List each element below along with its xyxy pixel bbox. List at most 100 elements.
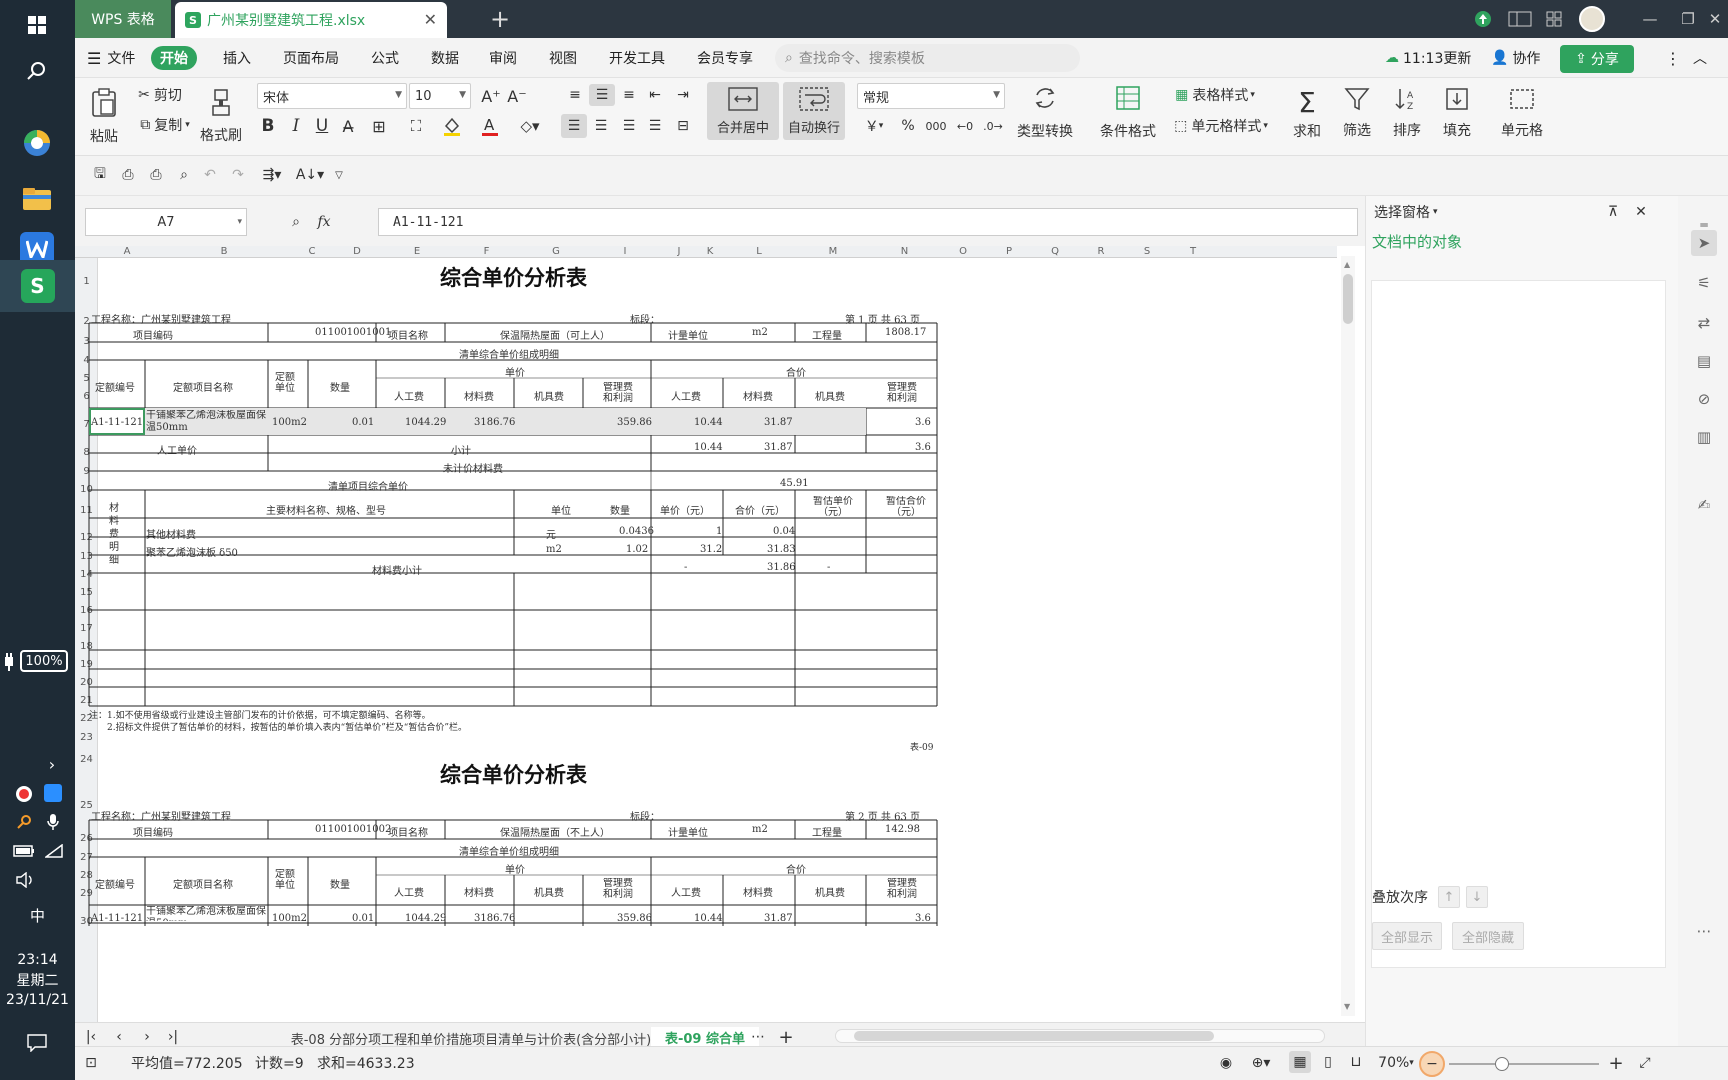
table-style-button[interactable]: ▦ 表格样式 ▾	[1169, 84, 1261, 106]
tab-review[interactable]: 审阅	[489, 46, 517, 70]
battery-icon[interactable]	[12, 842, 36, 860]
increase-indent-icon[interactable]: ⇥	[671, 84, 695, 106]
merge-center-button[interactable]: 合并居中	[707, 82, 779, 140]
document-tab[interactable]: S 广州某别墅建筑工程.xlsx ✕	[175, 2, 447, 38]
zoom-slider-thumb[interactable]	[1495, 1057, 1509, 1071]
more-options-icon[interactable]: ⋮	[1665, 46, 1681, 70]
zoom-level[interactable]: 70% ▾	[1375, 1053, 1417, 1073]
horizontal-scrollbar[interactable]	[835, 1029, 1325, 1043]
number-format-select[interactable]: 常规 ▼	[857, 83, 1005, 109]
cloud-sync-status[interactable]: ☁ 11:13更新	[1385, 46, 1471, 70]
tab-developer[interactable]: 开发工具	[609, 46, 665, 70]
wifi-icon[interactable]	[44, 842, 64, 860]
notification-icon[interactable]	[24, 1032, 50, 1054]
fullscreen-icon[interactable]: ⤢	[1633, 1051, 1657, 1075]
tab-view[interactable]: 视图	[549, 46, 577, 70]
zoom-out-button[interactable]: −	[1419, 1051, 1445, 1077]
avatar[interactable]	[1575, 0, 1609, 38]
conditional-format-button[interactable]: 条件格式	[1095, 82, 1161, 144]
volume-icon[interactable]	[14, 870, 36, 890]
pin-icon[interactable]: ⊼	[1602, 202, 1624, 222]
sum-button[interactable]: Σ 求和	[1285, 82, 1329, 144]
cell-style-button[interactable]: ⬚ 单元格样式 ▾	[1169, 114, 1273, 138]
restore-icon[interactable]: ❐	[1673, 0, 1703, 38]
worksheet[interactable]: A B C D E F G I J K L M N O P Q R S T 12…	[75, 246, 1337, 1022]
page-break-view-icon[interactable]: ⊔	[1345, 1051, 1367, 1073]
eye-protection-icon[interactable]: ◉	[1215, 1053, 1237, 1073]
fill-button[interactable]: 填充	[1435, 82, 1479, 144]
thousands-separator-icon[interactable]: 000	[923, 114, 949, 138]
more-sheets-icon[interactable]: ⋯	[747, 1026, 769, 1048]
name-box[interactable]: A7 ▾	[85, 208, 247, 236]
export-pdf-icon[interactable]: ⎙	[117, 164, 139, 186]
sort-button[interactable]: AZ 排序	[1385, 82, 1429, 144]
insert-function-icon[interactable]: fx	[313, 210, 335, 234]
file-menu[interactable]: ☰ 文件	[87, 46, 135, 70]
type-convert-button[interactable]: 类型转换	[1011, 82, 1079, 144]
tab-member[interactable]: 会员专享	[697, 46, 753, 70]
crosshair-icon[interactable]: ⊕▾	[1245, 1053, 1277, 1073]
font-name-select[interactable]: 宋体 ▼	[257, 83, 407, 109]
align-right-icon[interactable]: ☰	[617, 114, 641, 138]
increase-decimal-icon[interactable]: ←0	[951, 114, 979, 138]
share-button[interactable]: ⇪ 分享	[1560, 45, 1634, 73]
file-explorer-icon[interactable]	[14, 176, 60, 222]
italic-icon[interactable]: I	[285, 114, 307, 138]
add-sheet-button[interactable]: +	[775, 1026, 797, 1048]
macro-record-icon[interactable]: ⊡	[81, 1053, 101, 1073]
underline-icon[interactable]: U	[311, 114, 333, 138]
move-up-icon[interactable]: ↑	[1438, 886, 1460, 908]
browser-icon[interactable]	[14, 120, 60, 166]
font-color-icon[interactable]: A	[475, 114, 505, 138]
align-top-icon[interactable]: ≡	[563, 84, 587, 106]
close-pane-icon[interactable]: ✕	[1630, 202, 1652, 222]
border-icon[interactable]: ⊞	[365, 114, 393, 138]
customize-toolbar-icon[interactable]: ▽	[329, 164, 349, 186]
tab-page-layout[interactable]: 页面布局	[283, 46, 339, 70]
paste-button[interactable]: 粘贴	[81, 82, 127, 152]
zoom-slider[interactable]	[1449, 1057, 1599, 1071]
collapse-ribbon-icon[interactable]: ︿	[1693, 46, 1707, 70]
transform-icon[interactable]: ⇄	[1691, 310, 1717, 336]
strikethrough-icon[interactable]: A̶	[337, 114, 359, 138]
increase-font-icon[interactable]: A⁺	[479, 84, 503, 108]
format-icon[interactable]: ⊘	[1691, 386, 1717, 412]
microphone-icon[interactable]	[44, 812, 62, 832]
command-search[interactable]: ⌕ 查找命令、搜索模板	[775, 44, 1080, 72]
tab-insert[interactable]: 插入	[223, 46, 251, 70]
close-tab-icon[interactable]: ✕	[424, 10, 437, 29]
tab-data[interactable]: 数据	[431, 46, 459, 70]
save-icon[interactable]: 🖫	[89, 164, 111, 186]
ime-indicator[interactable]: 中	[0, 904, 75, 926]
align-bottom-icon[interactable]: ≡	[617, 84, 641, 106]
format-convert-icon[interactable]: ⇶▾	[255, 164, 289, 186]
horizontal-scroll-thumb[interactable]	[854, 1031, 1214, 1041]
tab-home[interactable]: 开始	[151, 46, 197, 70]
decrease-font-icon[interactable]: A⁻	[505, 84, 529, 108]
copy-button[interactable]: ⧉ 复制 ▾	[130, 114, 200, 136]
collab-button[interactable]: 👤 协作	[1491, 46, 1540, 70]
print-preview-icon[interactable]: ⌕	[173, 164, 195, 186]
currency-button[interactable]: ￥ ▾	[859, 114, 889, 138]
distribute-icon[interactable]: ⊟	[671, 114, 695, 138]
new-tab-button[interactable]: +	[485, 4, 515, 34]
chevron-right-icon[interactable]: ›	[42, 754, 62, 774]
show-all-button[interactable]: 全部显示	[1372, 922, 1442, 950]
align-left-icon[interactable]: ☰	[561, 114, 587, 138]
wps-spreadsheet-taskbar-item[interactable]: S	[0, 260, 75, 312]
vertical-scrollbar[interactable]: ▲ ▼	[1341, 256, 1355, 1016]
chart-icon[interactable]: ▤	[1691, 348, 1717, 374]
windows-start-icon[interactable]	[14, 2, 60, 48]
fill-style-icon[interactable]: ⛶	[401, 114, 431, 138]
zoom-formula-icon[interactable]: ⌕	[285, 210, 307, 234]
book-icon[interactable]: ▥	[1691, 424, 1717, 450]
align-middle-icon[interactable]: ☰	[589, 84, 615, 106]
key-icon[interactable]	[14, 812, 34, 832]
undo-icon[interactable]: ↶	[199, 164, 221, 186]
grid-apps-icon[interactable]	[1539, 0, 1569, 38]
wps-home-tab[interactable]: WPS 表格	[75, 0, 171, 38]
align-center-icon[interactable]: ☰	[589, 114, 613, 138]
percent-button[interactable]: %	[897, 114, 919, 138]
hide-all-button[interactable]: 全部隐藏	[1452, 922, 1524, 950]
decrease-decimal-icon[interactable]: .0→	[979, 114, 1007, 138]
